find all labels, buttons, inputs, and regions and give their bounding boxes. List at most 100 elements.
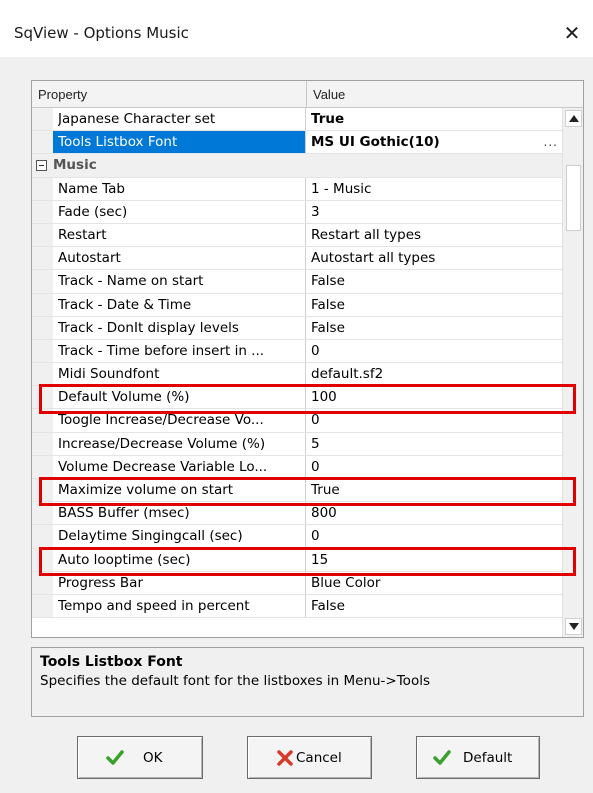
row-margin [32, 131, 53, 154]
default-button[interactable]: Default [416, 736, 540, 779]
property-value[interactable]: 0 [311, 340, 561, 362]
row-margin [32, 409, 53, 432]
property-name: Midi Soundfont [58, 366, 160, 383]
property-row[interactable]: Japanese Character set True [32, 108, 562, 132]
property-name: Japanese Character set [58, 111, 216, 127]
collapse-icon[interactable] [36, 160, 47, 172]
property-name: Delaytime Singingcall (sec) [58, 528, 243, 545]
property-name: Tools Listbox Font [53, 131, 305, 154]
row-margin [32, 386, 53, 409]
scroll-up-button[interactable] [565, 110, 582, 127]
property-grid[interactable]: Property Value Japanese Character set Tru… [31, 80, 584, 638]
row-margin [32, 200, 53, 223]
property-row[interactable]: Midi Soundfont default.sf2 [32, 363, 562, 387]
property-row[interactable]: Restart Restart all types [32, 223, 562, 248]
default-label: Default [463, 750, 513, 766]
column-separator [305, 594, 306, 618]
property-value[interactable]: True [311, 479, 561, 501]
property-name: Name Tab [58, 180, 125, 197]
category-row[interactable]: Music [32, 154, 562, 178]
row-margin [32, 432, 53, 455]
column-separator [305, 200, 306, 223]
property-name: Track - Name on start [58, 273, 204, 290]
property-row[interactable]: Tempo and speed in percent False [32, 594, 562, 619]
row-margin [32, 502, 53, 525]
property-name: Auto looptime (sec) [58, 551, 191, 568]
property-value[interactable]: 5 [311, 433, 561, 455]
property-row[interactable]: Maximize volume on start True [32, 479, 562, 503]
property-value[interactable]: 3 [311, 201, 561, 223]
grid-header: Property Value [32, 81, 583, 108]
property-value[interactable]: False [311, 294, 561, 316]
column-separator [305, 548, 306, 571]
property-row[interactable]: Tools Listbox Font MS UI Gothic(10)... [32, 131, 562, 155]
column-separator [305, 293, 306, 316]
window-title: SqView - Options Music [14, 24, 189, 42]
column-separator [305, 409, 306, 432]
column-separator [305, 363, 306, 386]
property-value[interactable]: 800 [311, 502, 561, 524]
cancel-button[interactable]: Cancel [247, 736, 372, 779]
column-separator [305, 316, 306, 339]
vertical-scrollbar[interactable] [562, 108, 583, 637]
property-row[interactable]: Delaytime Singingcall (sec) 0 [32, 525, 562, 549]
property-row[interactable]: Track - Name on start False [32, 270, 562, 294]
property-value[interactable]: MS UI Gothic(10) [311, 131, 561, 153]
property-value[interactable]: False [311, 595, 561, 617]
property-value[interactable]: Blue Color [311, 572, 561, 594]
property-name: Volume Decrease Variable Lo... [58, 458, 268, 475]
property-name: Restart [58, 226, 107, 243]
ok-button[interactable]: OK [77, 736, 203, 779]
column-separator [305, 339, 306, 363]
description-title: Tools Listbox Font [40, 654, 183, 670]
property-value[interactable]: 0 [311, 525, 561, 547]
header-property[interactable]: Property [32, 81, 307, 108]
scroll-thumb[interactable] [566, 165, 581, 231]
row-margin [32, 270, 53, 293]
property-row[interactable]: Toogle Increase/Decrease Vo... 0 [32, 409, 562, 433]
property-value[interactable]: Restart all types [311, 224, 561, 246]
column-separator [305, 247, 306, 270]
property-name: Music [53, 157, 97, 174]
property-value[interactable]: True [311, 108, 561, 130]
options-dialog: SqView - Options Music ✕ Property Value … [0, 0, 593, 793]
property-name: Tempo and speed in percent [58, 597, 250, 614]
property-row[interactable]: BASS Buffer (msec) 800 [32, 502, 562, 526]
row-margin [32, 455, 53, 478]
property-value[interactable]: 1 - Music [311, 178, 561, 200]
row-margin [32, 594, 53, 618]
row-margin [32, 177, 53, 200]
column-separator [305, 131, 306, 154]
property-row[interactable]: Increase/Decrease Volume (%) 5 [32, 432, 562, 456]
property-row[interactable]: Autostart Autostart all types [32, 247, 562, 271]
ok-label: OK [143, 750, 163, 766]
property-value[interactable]: 0 [311, 456, 561, 478]
header-value[interactable]: Value [307, 81, 563, 108]
property-row[interactable]: Track - DonIt display levels False [32, 316, 562, 340]
property-row[interactable]: Fade (sec) 3 [32, 200, 562, 224]
row-margin [32, 223, 53, 247]
column-separator [305, 386, 306, 409]
property-value[interactable]: Autostart all types [311, 247, 561, 269]
property-row[interactable]: Auto looptime (sec) 15 [32, 548, 562, 572]
property-row[interactable]: Progress Bar Blue Color [32, 571, 562, 595]
ellipsis-button[interactable]: ... [544, 135, 558, 149]
title-bar: SqView - Options Music ✕ [0, 0, 593, 57]
scroll-down-button[interactable] [565, 618, 582, 635]
property-row[interactable]: Default Volume (%) 100 [32, 386, 562, 410]
close-icon[interactable]: ✕ [557, 20, 587, 46]
property-value[interactable]: default.sf2 [311, 363, 561, 385]
property-name: Default Volume (%) [58, 389, 190, 406]
property-row[interactable]: Name Tab 1 - Music [32, 177, 562, 201]
property-value[interactable]: False [311, 270, 561, 292]
property-value[interactable]: 0 [311, 409, 561, 431]
row-margin [32, 293, 53, 316]
row-margin [32, 479, 53, 502]
property-name: Progress Bar [58, 574, 143, 591]
property-row[interactable]: Track - Date & Time False [32, 293, 562, 317]
property-value[interactable]: False [311, 317, 561, 339]
property-value[interactable]: 100 [311, 386, 561, 408]
property-value[interactable]: 15 [311, 549, 561, 571]
property-row[interactable]: Volume Decrease Variable Lo... 0 [32, 455, 562, 479]
property-row[interactable]: Track - Time before insert in ... 0 [32, 339, 562, 364]
